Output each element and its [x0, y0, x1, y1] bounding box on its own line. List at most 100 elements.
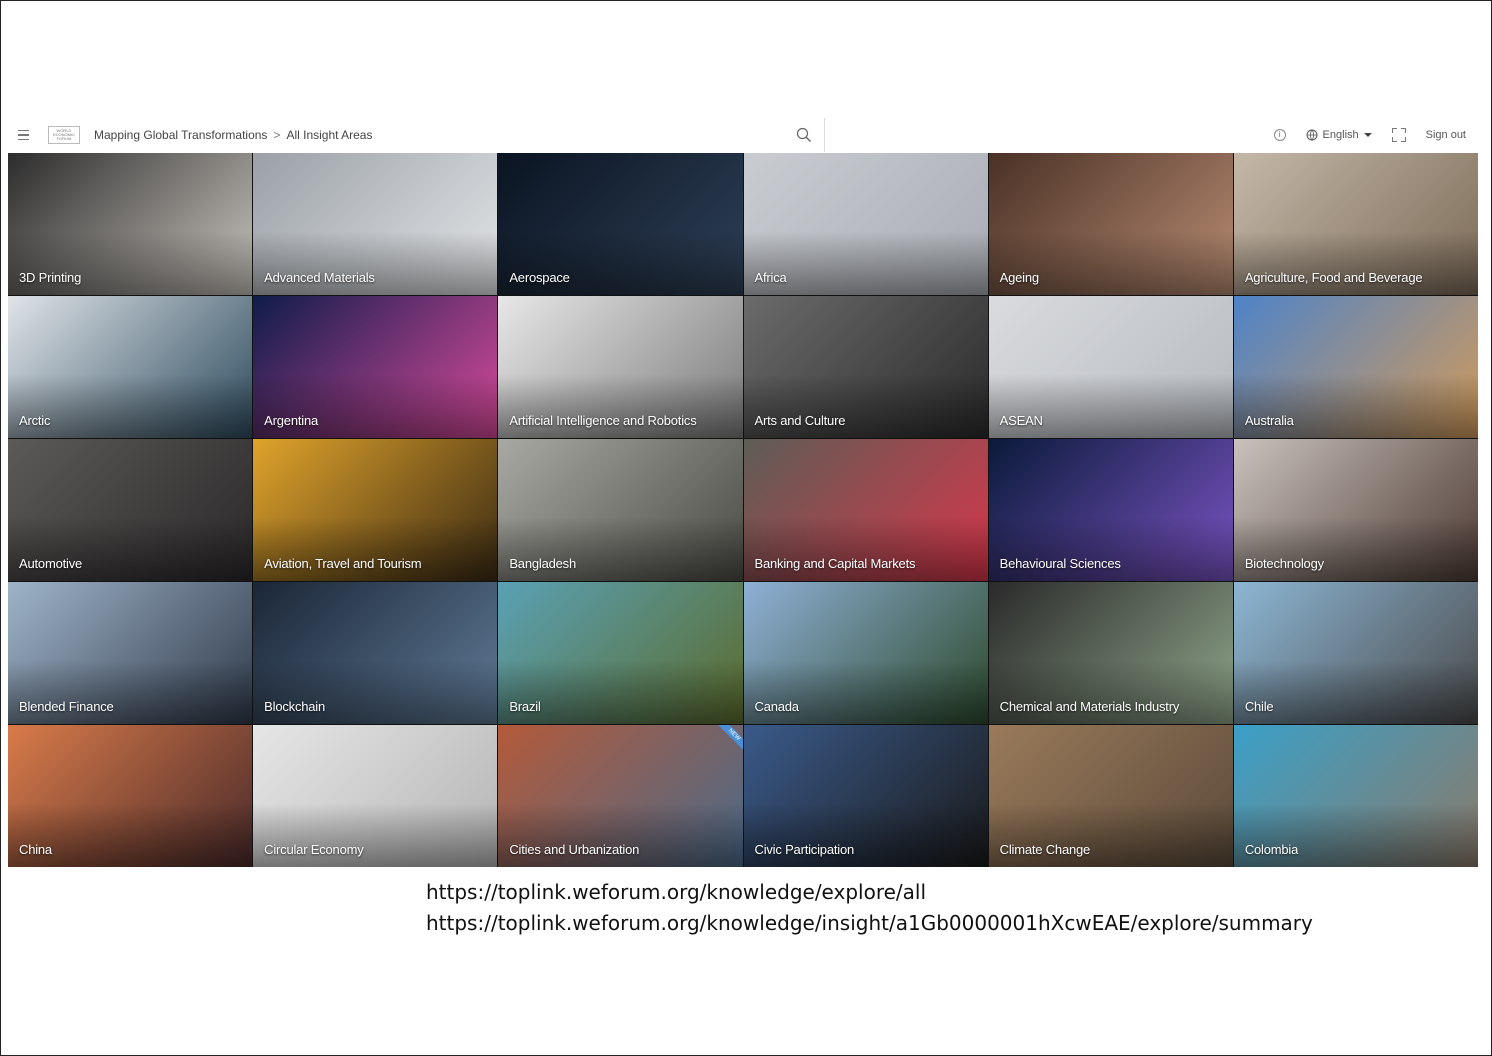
tile-shade: [498, 803, 743, 867]
insight-area-tile[interactable]: Africa: [743, 153, 988, 295]
tile-label: Blended Finance: [19, 699, 114, 714]
info-icon[interactable]: i: [1273, 129, 1286, 141]
insight-area-tile[interactable]: Climate Change: [988, 725, 1233, 867]
tile-label: Brazil: [509, 699, 541, 714]
tile-shade: [8, 517, 253, 581]
tile-shade: [988, 803, 1233, 867]
tile-shade: [8, 803, 253, 867]
insight-area-tile[interactable]: ASEAN: [988, 296, 1233, 438]
tile-label: Chemical and Materials Industry: [999, 699, 1180, 714]
insight-area-tile[interactable]: Advanced Materials: [253, 153, 498, 295]
tile-shade: [498, 231, 743, 295]
insight-area-tile[interactable]: Bangladesh: [498, 439, 743, 581]
insight-area-tile[interactable]: China: [8, 725, 253, 867]
tile-shade: [988, 231, 1233, 295]
tile-shade: [253, 660, 498, 724]
tile-label: Arctic: [19, 413, 51, 428]
sign-out-link[interactable]: Sign out: [1426, 129, 1466, 141]
tile-shade: [1233, 374, 1478, 438]
language-label: English: [1322, 129, 1359, 141]
insight-area-tile[interactable]: Chile: [1233, 582, 1478, 724]
tile-label: Argentina: [264, 413, 319, 428]
tile-label: Advanced Materials: [264, 270, 375, 285]
globe-icon: [1306, 129, 1318, 141]
url-text: https://toplink.weforum.org/knowledge/in…: [426, 911, 1313, 935]
insight-areas-grid: 3D Printing Advanced Materials Aerospace Af…: [8, 153, 1478, 867]
insight-area-tile[interactable]: Arts and Culture: [743, 296, 988, 438]
url-list: https://toplink.weforum.org/knowledge/ex…: [426, 877, 1313, 939]
search-icon: [796, 127, 811, 142]
insight-area-tile[interactable]: Automotive: [8, 439, 253, 581]
insight-area-tile[interactable]: Australia: [1233, 296, 1478, 438]
top-navigation-bar: WORLD ECONOMIC FORUM Mapping Global Tran…: [8, 118, 1478, 152]
tile-label: China: [19, 842, 52, 857]
wef-logo[interactable]: WORLD ECONOMIC FORUM: [48, 126, 80, 144]
search-button[interactable]: [784, 118, 825, 152]
tile-label: Colombia: [1244, 842, 1299, 857]
slide-frame: WORLD ECONOMIC FORUM Mapping Global Tran…: [0, 0, 1492, 1056]
tile-label: Cities and Urbanization: [509, 842, 640, 857]
tile-label: Circular Economy: [264, 842, 364, 857]
insight-area-tile[interactable]: Arctic: [8, 296, 253, 438]
insight-area-tile[interactable]: Chemical and Materials Industry: [988, 582, 1233, 724]
insight-area-tile[interactable]: Artificial Intelligence and Robotics: [498, 296, 743, 438]
tile-shade: [498, 517, 743, 581]
tile-shade: [743, 231, 988, 295]
language-selector[interactable]: English: [1306, 129, 1372, 141]
tile-shade: [1233, 517, 1478, 581]
url-text: https://toplink.weforum.org/knowledge/ex…: [426, 880, 927, 904]
tile-label: Aviation, Travel and Tourism: [264, 556, 422, 571]
tile-label: Banking and Capital Markets: [754, 556, 916, 571]
insight-area-tile[interactable]: Behavioural Sciences: [988, 439, 1233, 581]
insight-area-tile[interactable]: Banking and Capital Markets: [743, 439, 988, 581]
tile-shade: [498, 374, 743, 438]
tile-shade: [253, 803, 498, 867]
breadcrumb-item-home[interactable]: Mapping Global Transformations: [94, 128, 267, 142]
insight-area-tile[interactable]: Circular Economy: [253, 725, 498, 867]
tile-label: Bangladesh: [509, 556, 576, 571]
hamburger-icon[interactable]: [12, 118, 34, 152]
tile-shade: [498, 660, 743, 724]
header-tools: i English Sign out: [1273, 118, 1466, 152]
tile-label: Canada: [754, 699, 800, 714]
tile-label: Climate Change: [999, 842, 1091, 857]
insight-area-tile[interactable]: Agriculture, Food and Beverage: [1233, 153, 1478, 295]
insight-area-tile[interactable]: Cities and Urbanization NEW: [498, 725, 743, 867]
tile-shade: [988, 517, 1233, 581]
insight-area-tile[interactable]: Ageing: [988, 153, 1233, 295]
insight-area-tile[interactable]: Colombia: [1233, 725, 1478, 867]
tile-label: Civic Participation: [754, 842, 855, 857]
insight-area-tile[interactable]: Civic Participation: [743, 725, 988, 867]
fullscreen-icon[interactable]: [1391, 128, 1406, 142]
insight-area-tile[interactable]: 3D Printing: [8, 153, 253, 295]
tile-label: Blockchain: [264, 699, 326, 714]
insight-area-tile[interactable]: Argentina: [253, 296, 498, 438]
insight-area-tile[interactable]: Brazil: [498, 582, 743, 724]
tile-label: Agriculture, Food and Beverage: [1244, 270, 1423, 285]
tile-label: Chile: [1244, 699, 1274, 714]
insight-area-tile[interactable]: Blended Finance: [8, 582, 253, 724]
insight-area-tile[interactable]: Blockchain: [253, 582, 498, 724]
tile-shade: [8, 231, 253, 295]
breadcrumb: Mapping Global Transformations > All Ins…: [94, 128, 372, 142]
tile-shade: [1233, 231, 1478, 295]
tile-label: 3D Printing: [19, 270, 82, 285]
tile-label: Australia: [1244, 413, 1294, 428]
tile-shade: [253, 374, 498, 438]
tile-shade: [988, 660, 1233, 724]
tile-shade: [253, 231, 498, 295]
insight-area-tile[interactable]: Aviation, Travel and Tourism: [253, 439, 498, 581]
tile-label: Biotechnology: [1244, 556, 1324, 571]
tile-shade: [743, 517, 988, 581]
tile-label: Aerospace: [509, 270, 570, 285]
insight-area-tile[interactable]: Aerospace: [498, 153, 743, 295]
breadcrumb-separator: >: [273, 128, 281, 142]
insight-area-tile[interactable]: Canada: [743, 582, 988, 724]
chevron-down-icon: [1363, 133, 1372, 137]
tile-label: Africa: [754, 270, 787, 285]
tile-shade: [8, 374, 253, 438]
tile-shade: [988, 374, 1233, 438]
insight-area-tile[interactable]: Biotechnology: [1233, 439, 1478, 581]
tile-label: ASEAN: [999, 413, 1043, 428]
tile-label: Automotive: [19, 556, 83, 571]
